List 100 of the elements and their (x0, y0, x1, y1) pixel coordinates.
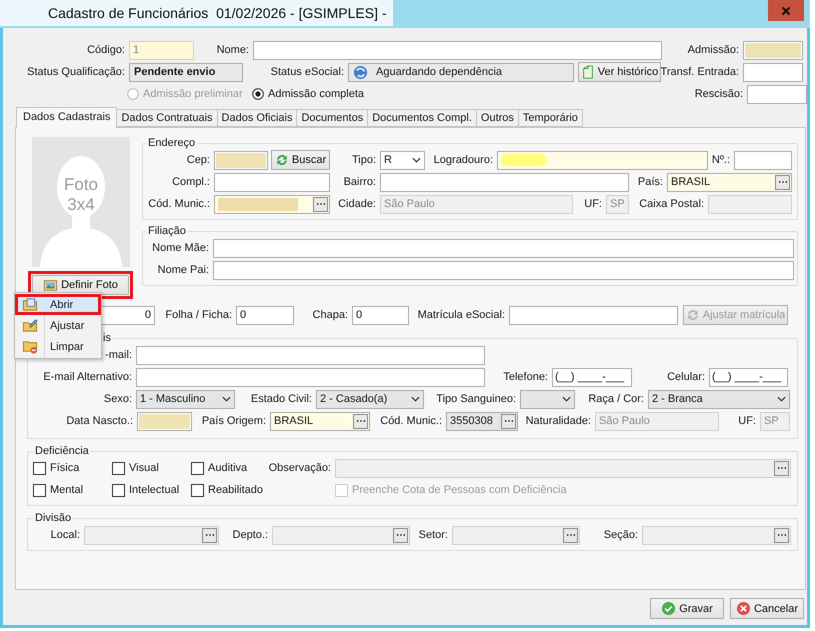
input-field[interactable] (380, 172, 629, 192)
input-field[interactable] (509, 306, 678, 324)
field-label: Logradouro: (434, 154, 493, 166)
field-label: Nome Mãe: (152, 242, 209, 254)
field-label: Depto.: (232, 529, 268, 541)
checkbox[interactable]: Reabilitado (191, 484, 271, 496)
button[interactable]: Ver histórico (578, 62, 661, 82)
field-label: Cidade: (338, 198, 376, 210)
field-label: Rescisão: (694, 88, 743, 100)
field-label: E-mail Alternativo: (43, 371, 132, 383)
input-field[interactable]: 0 (352, 306, 409, 324)
field-label: UF: (738, 415, 756, 427)
ellipsis-icon (776, 533, 786, 537)
field-label: Nº.: (712, 154, 730, 166)
tab[interactable]: Dados Contratuais (117, 109, 218, 127)
field-label: Observação: (268, 462, 331, 474)
field-label: Chapa: (312, 309, 348, 321)
field-label: Folha / Ficha: (165, 309, 232, 321)
dropdown[interactable]: 2 - Branca (648, 390, 790, 408)
dropdown[interactable] (520, 390, 575, 408)
dropdown[interactable]: 1 - Masculino (136, 390, 235, 408)
ellipsis-icon (204, 533, 214, 537)
checkbox[interactable]: Física (33, 462, 112, 474)
radio-button[interactable]: Admissão completa (252, 88, 665, 100)
ellipsis-icon (356, 419, 366, 423)
lookup-field[interactable]: BRASIL (667, 172, 792, 192)
dropdown[interactable]: 2 - Casado(a) (316, 390, 424, 408)
checkbox[interactable]: Intelectual (112, 484, 191, 496)
checkbox[interactable]: Mental (33, 484, 112, 496)
field-label: -mail: (105, 349, 132, 361)
button[interactable]: Gravar (650, 598, 724, 619)
field-label: Status eSocial: (270, 66, 344, 78)
checkbox-icon (191, 462, 204, 474)
lookup-button[interactable] (501, 414, 516, 428)
radio-icon (252, 88, 264, 100)
field-label: Estado Civil: (250, 393, 312, 405)
globe-icon (353, 64, 368, 80)
lookup-button[interactable] (353, 414, 368, 428)
input-field[interactable] (497, 150, 708, 170)
picture-icon (43, 278, 58, 292)
lookup-field[interactable]: 3550308 (446, 412, 518, 430)
field-label: Sexo: (104, 393, 132, 405)
document-icon (580, 65, 595, 79)
caret-icon (412, 157, 421, 163)
input-field[interactable]: (__) ____-___ (552, 368, 632, 386)
input-field[interactable] (734, 150, 792, 170)
field-label: Compl.: (172, 176, 210, 188)
input-field[interactable] (214, 150, 268, 170)
input-field[interactable]: (__) ____-___ (709, 368, 788, 386)
input-field[interactable] (213, 238, 794, 258)
field-label: Nome Pai: (158, 264, 209, 276)
input-field[interactable]: 0 (236, 306, 294, 324)
dropdown[interactable]: R (380, 150, 425, 170)
checkbox-icon (33, 484, 46, 496)
field-label: País: (638, 176, 663, 188)
tab[interactable]: Outros (476, 109, 519, 127)
field-label: Caixa Postal: (639, 198, 704, 210)
field-label: País Origem: (202, 415, 266, 427)
field-label: Código: (87, 44, 125, 56)
field-label: Transf. Entrada: (660, 66, 739, 78)
input-field[interactable] (213, 260, 794, 280)
tab[interactable]: Documentos (297, 109, 368, 127)
lookup-button[interactable] (775, 174, 790, 190)
menu-item[interactable]: Limpar (15, 336, 101, 357)
input-field[interactable] (743, 62, 803, 82)
field-label: Cep: (186, 154, 210, 166)
button[interactable]: Cancelar (730, 598, 804, 619)
button[interactable]: Buscar (271, 150, 330, 170)
input-field[interactable] (137, 412, 192, 430)
close-button[interactable] (768, 0, 804, 21)
refresh-icon (686, 308, 700, 322)
field-label: Telefone: (503, 371, 548, 383)
field-label: Bairro: (344, 176, 376, 188)
tab[interactable]: Dados Oficiais (218, 109, 298, 127)
input-field[interactable] (136, 368, 485, 386)
lookup-field[interactable] (214, 194, 330, 214)
radio-icon (127, 88, 139, 100)
field-label: Nome: (216, 44, 249, 56)
tab[interactable]: Temporário (518, 109, 583, 127)
input-field[interactable] (743, 40, 803, 60)
checkbox-icon (112, 462, 125, 474)
checkbox-icon (112, 484, 125, 496)
input-field[interactable] (214, 172, 330, 192)
field-label: Setor: (418, 529, 448, 541)
lookup-field[interactable]: BRASIL (270, 412, 370, 430)
folder-minus-icon (22, 339, 38, 354)
field-label: Cód. Munic.: (380, 415, 442, 427)
input-field[interactable] (253, 40, 662, 60)
menu-item[interactable]: Abrir (15, 294, 101, 315)
group-title: is (102, 332, 112, 344)
ellipsis-icon (566, 533, 576, 537)
input-field[interactable] (747, 84, 807, 104)
checkbox[interactable]: Visual (112, 462, 191, 474)
caret-icon (562, 396, 571, 402)
field-label: Cód. Munic.: (148, 198, 210, 210)
tab[interactable]: Documentos Compl. (368, 109, 477, 127)
lookup-button[interactable] (313, 196, 328, 212)
tab[interactable]: Dados Cadastrais (16, 107, 118, 128)
input-field[interactable] (136, 346, 485, 364)
refresh-icon (274, 153, 289, 167)
